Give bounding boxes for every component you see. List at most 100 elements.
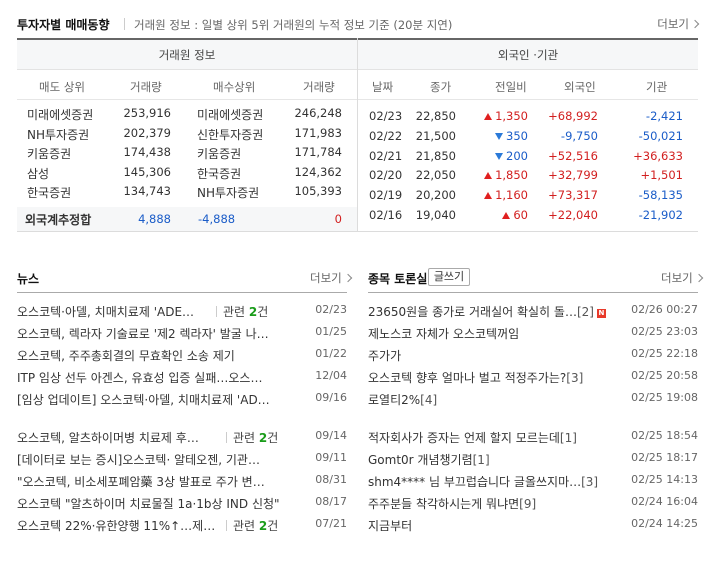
broker-row: 키움증권 174,438 키움증권 171,784 bbox=[17, 145, 357, 165]
post-title-wrap[interactable]: Gomt0r 개념챙기렴[1] bbox=[368, 451, 490, 468]
comment-count: [4] bbox=[420, 393, 438, 407]
post-title-wrap[interactable]: 23650원을 종가로 거래실어 확실히 돌…[2] N bbox=[368, 303, 606, 320]
row-close: 22,850 bbox=[415, 109, 456, 123]
board-post[interactable]: shm4**** 님 부끄럽습니다 글올쓰지마…[3] 02/25 14:13 bbox=[368, 473, 698, 491]
row-close: 21,500 bbox=[415, 128, 456, 143]
post-title[interactable]: shm4**** 님 부끄럽습니다 글올쓰지마… bbox=[368, 475, 581, 489]
foreign-band-title: 외국인 ·기관 bbox=[358, 40, 698, 70]
board-post[interactable]: 오스코텍 향후 얼마나 벌고 적정주가는?[3] 02/25 20:58 bbox=[368, 369, 698, 387]
news-more-link[interactable]: 더보기 bbox=[310, 270, 351, 286]
row-foreign: +73,317 bbox=[548, 188, 598, 203]
sell-broker[interactable]: 키움증권 bbox=[27, 145, 71, 162]
news-title-link[interactable]: ITP 임상 선두 아겐스, 유효성 입증 실패…오스… bbox=[17, 369, 262, 386]
sell-broker[interactable]: 미래에셋증권 bbox=[27, 106, 93, 123]
up-arrow-icon bbox=[484, 172, 493, 180]
board-post[interactable]: Gomt0r 개념챙기렴[1] 02/25 18:17 bbox=[368, 451, 698, 469]
more-link[interactable]: 더보기 bbox=[657, 16, 698, 32]
news-title-link[interactable]: 오스코텍 "알츠하이머 치료물질 1a·1b상 IND 신청" bbox=[17, 495, 280, 512]
news-title-link[interactable]: 오스코텍, 주주총회결의 무효확인 소송 제기 bbox=[17, 347, 235, 364]
post-date: 02/25 19:08 bbox=[631, 391, 698, 404]
related-unit: 건 bbox=[257, 305, 269, 319]
buy-broker[interactable]: NH투자증권 bbox=[197, 184, 259, 201]
related-news[interactable]: 관련 2건 bbox=[226, 517, 278, 534]
comment-count: [2] bbox=[576, 305, 594, 319]
news-item[interactable]: ITP 임상 선두 아겐스, 유효성 입증 실패…오스… 12/04 bbox=[17, 369, 347, 387]
news-title-link[interactable]: "오스코텍, 비소세포폐암藥 3상 발표로 주가 변… bbox=[17, 473, 265, 490]
news-item[interactable]: 오스코텍·아델, 치매치료제 'ADE… 관련 2건 02/23 bbox=[17, 303, 347, 321]
post-title[interactable]: 제노스코 자체가 오스코텍꺼임 bbox=[368, 327, 519, 341]
buy-broker[interactable]: 신한투자증권 bbox=[197, 126, 263, 143]
news-item[interactable]: 오스코텍, 렉라자 기술료로 '제2 렉라자' 발굴 나… 01/25 bbox=[17, 325, 347, 343]
post-date: 02/25 18:54 bbox=[631, 429, 698, 442]
down-arrow-icon bbox=[495, 132, 504, 140]
related-unit: 건 bbox=[267, 431, 279, 445]
post-title[interactable]: Gomt0r 개념챙기렴 bbox=[368, 453, 473, 467]
board-post[interactable]: 적자회사가 증자는 언제 할지 모르는데[1] 02/25 18:54 bbox=[368, 429, 698, 447]
post-title-wrap[interactable]: shm4**** 님 부끄럽습니다 글올쓰지마…[3] bbox=[368, 473, 598, 490]
sell-broker[interactable]: 한국증권 bbox=[27, 184, 71, 201]
sell-broker[interactable]: NH투자증권 bbox=[27, 126, 89, 143]
board-divider bbox=[368, 292, 698, 293]
related-sep bbox=[216, 306, 217, 317]
row-change-value: 60 bbox=[513, 208, 528, 222]
post-title[interactable]: 적자회사가 증자는 언제 할지 모르는데 bbox=[368, 431, 560, 445]
broker-row: NH투자증권 202,379 신한투자증권 171,983 bbox=[17, 126, 357, 146]
news-date: 12/04 bbox=[315, 369, 347, 382]
post-title-wrap[interactable]: 오스코텍 향후 얼마나 벌고 적정주가는?[3] bbox=[368, 369, 583, 386]
related-news[interactable]: 관련 2건 bbox=[216, 303, 268, 320]
board-post[interactable]: 제노스코 자체가 오스코텍꺼임 02/25 23:03 bbox=[368, 325, 698, 343]
news-item[interactable]: "오스코텍, 비소세포폐암藥 3상 발표로 주가 변… 08/31 bbox=[17, 473, 347, 491]
post-title-wrap[interactable]: 주가가 bbox=[368, 347, 401, 364]
post-title-wrap[interactable]: 주주분들 착각하시는게 뭐냐면[9] bbox=[368, 495, 536, 512]
news-item[interactable]: 오스코텍, 알츠하이머병 치료제 후… 관련 2건 09/14 bbox=[17, 429, 347, 447]
board-more-link[interactable]: 더보기 bbox=[661, 270, 702, 286]
post-title[interactable]: 23650원을 종가로 거래실어 확실히 돌… bbox=[368, 305, 577, 319]
news-title-link[interactable]: 오스코텍 22%·유한양행 11%↑…제… bbox=[17, 517, 215, 534]
news-title-link[interactable]: 오스코텍, 렉라자 기술료로 '제2 렉라자' 발굴 나… bbox=[17, 325, 269, 342]
board-post[interactable]: 주가가 02/25 22:18 bbox=[368, 347, 698, 365]
post-title[interactable]: 로열티2% bbox=[368, 393, 420, 407]
board-title: 종목 토론실 bbox=[368, 272, 428, 286]
board-post[interactable]: 지금부터 02/24 14:25 bbox=[368, 517, 698, 535]
news-item[interactable]: [데이터로 보는 증시]오스코텍· 알테오젠, 기관… 09/11 bbox=[17, 451, 347, 469]
col-sell-volume: 거래량 bbox=[130, 80, 162, 94]
news-title-link[interactable]: [데이터로 보는 증시]오스코텍· 알테오젠, 기관… bbox=[17, 451, 260, 468]
buy-broker[interactable]: 키움증권 bbox=[197, 145, 241, 162]
related-news[interactable]: 관련 2건 bbox=[226, 429, 278, 446]
buy-broker[interactable]: 미래에셋증권 bbox=[197, 106, 263, 123]
post-title-wrap[interactable]: 적자회사가 증자는 언제 할지 모르는데[1] bbox=[368, 429, 577, 446]
table-bottom-line bbox=[17, 231, 698, 232]
news-title-link[interactable]: 오스코텍, 알츠하이머병 치료제 후… bbox=[17, 429, 199, 446]
board-post[interactable]: 23650원을 종가로 거래실어 확실히 돌…[2] N 02/26 00:27 bbox=[368, 303, 698, 321]
post-title[interactable]: 지금부터 bbox=[368, 519, 412, 533]
row-change: 200 bbox=[495, 149, 528, 163]
post-title-wrap[interactable]: 지금부터 bbox=[368, 517, 412, 534]
buy-broker[interactable]: 한국증권 bbox=[197, 165, 241, 182]
news-title-link[interactable]: [임상 업데이트] 오스코텍·아델, 치매치료제 'AD… bbox=[17, 391, 270, 408]
write-button[interactable]: 글쓰기 bbox=[428, 268, 470, 286]
row-change-value: 350 bbox=[506, 128, 528, 143]
news-date: 08/17 bbox=[315, 495, 347, 508]
sell-broker[interactable]: 삼성 bbox=[27, 165, 49, 182]
buy-volume: 171,983 bbox=[294, 125, 342, 140]
col-foreign: 외국인 bbox=[564, 80, 596, 94]
post-title-wrap[interactable]: 제노스코 자체가 오스코텍꺼임 bbox=[368, 325, 519, 342]
news-item[interactable]: [임상 업데이트] 오스코텍·아델, 치매치료제 'AD… 09/16 bbox=[17, 391, 347, 409]
row-foreign: +32,799 bbox=[548, 168, 598, 183]
news-title-link[interactable]: 오스코텍·아델, 치매치료제 'ADE… bbox=[17, 303, 194, 320]
news-item[interactable]: 오스코텍, 주주총회결의 무효확인 소송 제기 01/22 bbox=[17, 347, 347, 365]
post-title[interactable]: 주주분들 착각하시는게 뭐냐면 bbox=[368, 497, 519, 511]
row-date: 02/20 bbox=[369, 168, 403, 183]
post-title-wrap[interactable]: 로열티2%[4] bbox=[368, 391, 437, 408]
col-institution: 기관 bbox=[646, 80, 668, 94]
news-item[interactable]: 오스코텍 22%·유한양행 11%↑…제… 관련 2건 07/21 bbox=[17, 517, 347, 535]
post-title[interactable]: 주가가 bbox=[368, 349, 401, 363]
related-unit: 건 bbox=[267, 519, 279, 533]
news-item[interactable]: 오스코텍 "알츠하이머 치료물질 1a·1b상 IND 신청" 08/17 bbox=[17, 495, 347, 513]
board-post[interactable]: 로열티2%[4] 02/25 19:08 bbox=[368, 391, 698, 409]
news-date: 08/31 bbox=[315, 473, 347, 486]
post-title[interactable]: 오스코텍 향후 얼마나 벌고 적정주가는? bbox=[368, 371, 566, 385]
board-post[interactable]: 주주분들 착각하시는게 뭐냐면[9] 02/24 16:04 bbox=[368, 495, 698, 513]
col-buy-top: 매수상위 bbox=[213, 80, 256, 94]
row-change: 60 bbox=[502, 208, 528, 222]
